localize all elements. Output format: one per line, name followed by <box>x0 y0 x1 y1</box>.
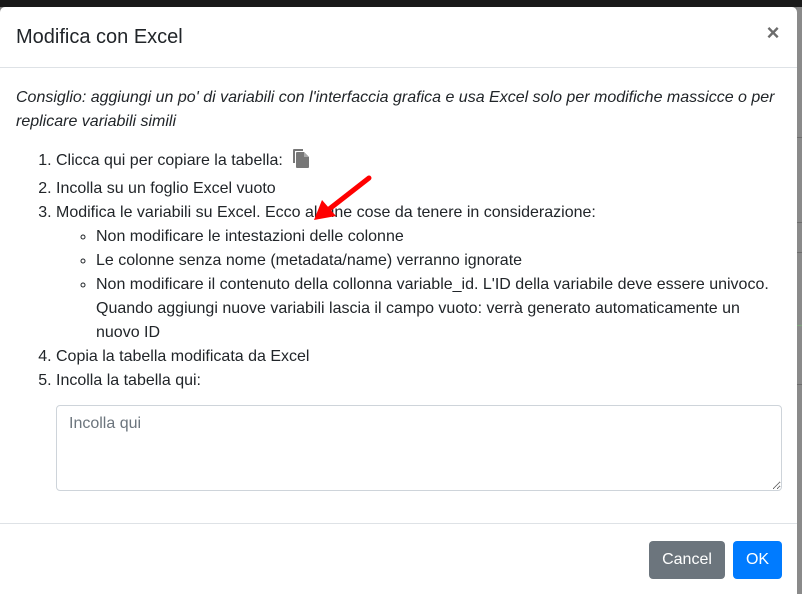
excel-edit-dialog: Modifica con Excel × Consiglio: aggiungi… <box>0 7 797 594</box>
red-arrow-icon <box>314 175 372 220</box>
paste-table-input[interactable] <box>56 405 782 491</box>
step-text: Incolla la tabella qui: <box>56 372 201 389</box>
backdrop-divider <box>797 252 802 253</box>
list-item: Copia la tabella modificata da Excel <box>56 345 781 369</box>
list-item: Clicca qui per copiare la tabella: <box>56 147 781 177</box>
list-item: Le colonne senza nome (metadata/name) ve… <box>96 249 781 273</box>
step-text: Incolla su un foglio Excel vuoto <box>56 180 276 197</box>
copy-icon[interactable] <box>291 147 311 177</box>
tip-text: Consiglio: aggiungi un po' di variabili … <box>16 89 775 130</box>
list-item: Non modificare il contenuto della collon… <box>96 273 781 345</box>
list-item: Non modificare le intestazioni delle col… <box>96 225 781 249</box>
list-item: Incolla la tabella qui: <box>56 369 781 393</box>
ok-button[interactable]: OK <box>733 541 782 579</box>
list-item: Modifica le variabili su Excel. Ecco alc… <box>56 201 781 345</box>
close-button[interactable]: × <box>765 22 781 44</box>
considerations-list: Non modificare le intestazioni delle col… <box>56 225 781 345</box>
dialog-title: Modifica con Excel <box>16 26 183 48</box>
backdrop-divider <box>797 137 802 138</box>
backdrop-page-edge <box>797 7 802 594</box>
instructions-list: Clicca qui per copiare la tabella: Incol… <box>16 147 781 393</box>
dialog-body: Consiglio: aggiungi un po' di variabili … <box>0 68 797 523</box>
dialog-footer: Cancel OK <box>0 523 797 594</box>
dialog-header: Modifica con Excel × <box>0 7 797 68</box>
cancel-button[interactable]: Cancel <box>649 541 725 579</box>
backdrop-top-bar <box>0 0 802 7</box>
step-text: Clicca qui per copiare la tabella: <box>56 152 283 169</box>
backdrop-divider <box>797 384 802 385</box>
list-item: Incolla su un foglio Excel vuoto <box>56 177 781 201</box>
step-text: Copia la tabella modificata da Excel <box>56 348 310 365</box>
backdrop-divider <box>797 325 802 326</box>
backdrop-divider <box>797 222 802 223</box>
